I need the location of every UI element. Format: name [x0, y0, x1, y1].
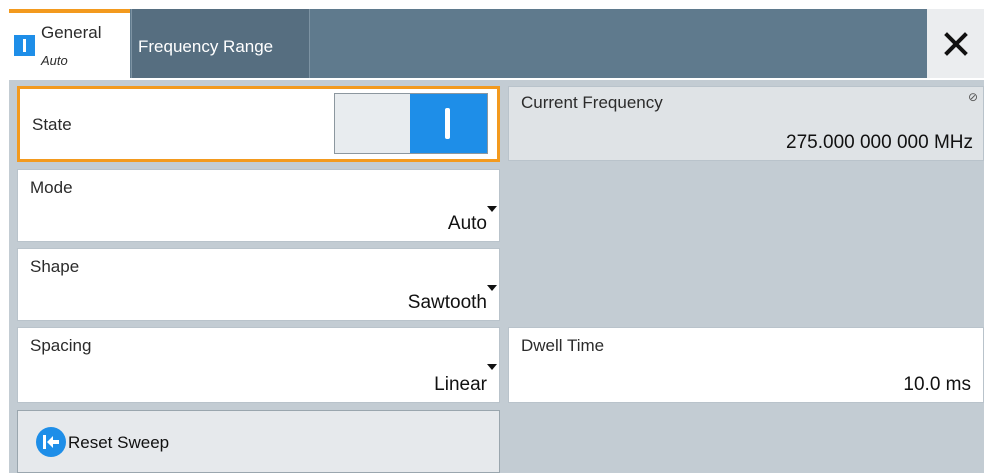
current-frequency-label: Current Frequency — [521, 93, 663, 112]
tab-status-icon — [14, 35, 35, 56]
spacing-label: Spacing — [30, 336, 92, 355]
state-field: State — [17, 86, 500, 162]
mode-value: Auto — [447, 213, 487, 234]
mode-select[interactable]: Mode Auto — [17, 169, 500, 242]
state-toggle[interactable] — [334, 93, 488, 154]
chevron-down-icon — [487, 206, 497, 212]
dwell-time-field[interactable]: Dwell Time 10.0 ms — [508, 327, 984, 403]
current-frequency-display: Current Frequency ⊘ 275.000 000 000 MHz — [508, 86, 984, 161]
current-frequency-value: 275.000 000 000 MHz — [786, 132, 973, 153]
mode-label: Mode — [30, 178, 73, 197]
dwell-time-label: Dwell Time — [521, 336, 605, 355]
tab-frequency-range[interactable]: Frequency Range — [131, 9, 310, 78]
shape-value: Sawtooth — [407, 292, 487, 313]
tab-general[interactable]: General Auto — [9, 9, 130, 78]
reset-sweep-label: Reset Sweep — [68, 433, 170, 452]
tab-general-sublabel: Auto — [41, 53, 68, 68]
spacing-select[interactable]: Spacing Linear — [17, 327, 500, 403]
tab-frequency-range-label: Frequency Range — [138, 37, 274, 56]
chevron-down-icon — [487, 364, 497, 370]
reset-sweep-button[interactable]: Reset Sweep — [17, 410, 500, 473]
close-icon — [943, 31, 968, 56]
state-label: State — [32, 115, 72, 134]
tab-general-label: General — [41, 23, 102, 42]
dwell-time-value: 10.0 ms — [903, 374, 971, 395]
shape-select[interactable]: Shape Sawtooth — [17, 248, 500, 321]
readonly-icon: ⊘ — [967, 90, 978, 104]
toggle-on-indicator — [410, 94, 487, 153]
spacing-value: Linear — [434, 374, 487, 395]
chevron-down-icon — [487, 285, 497, 291]
close-button[interactable] — [927, 9, 984, 78]
reset-arrow-icon — [36, 427, 66, 457]
shape-label: Shape — [30, 257, 80, 276]
